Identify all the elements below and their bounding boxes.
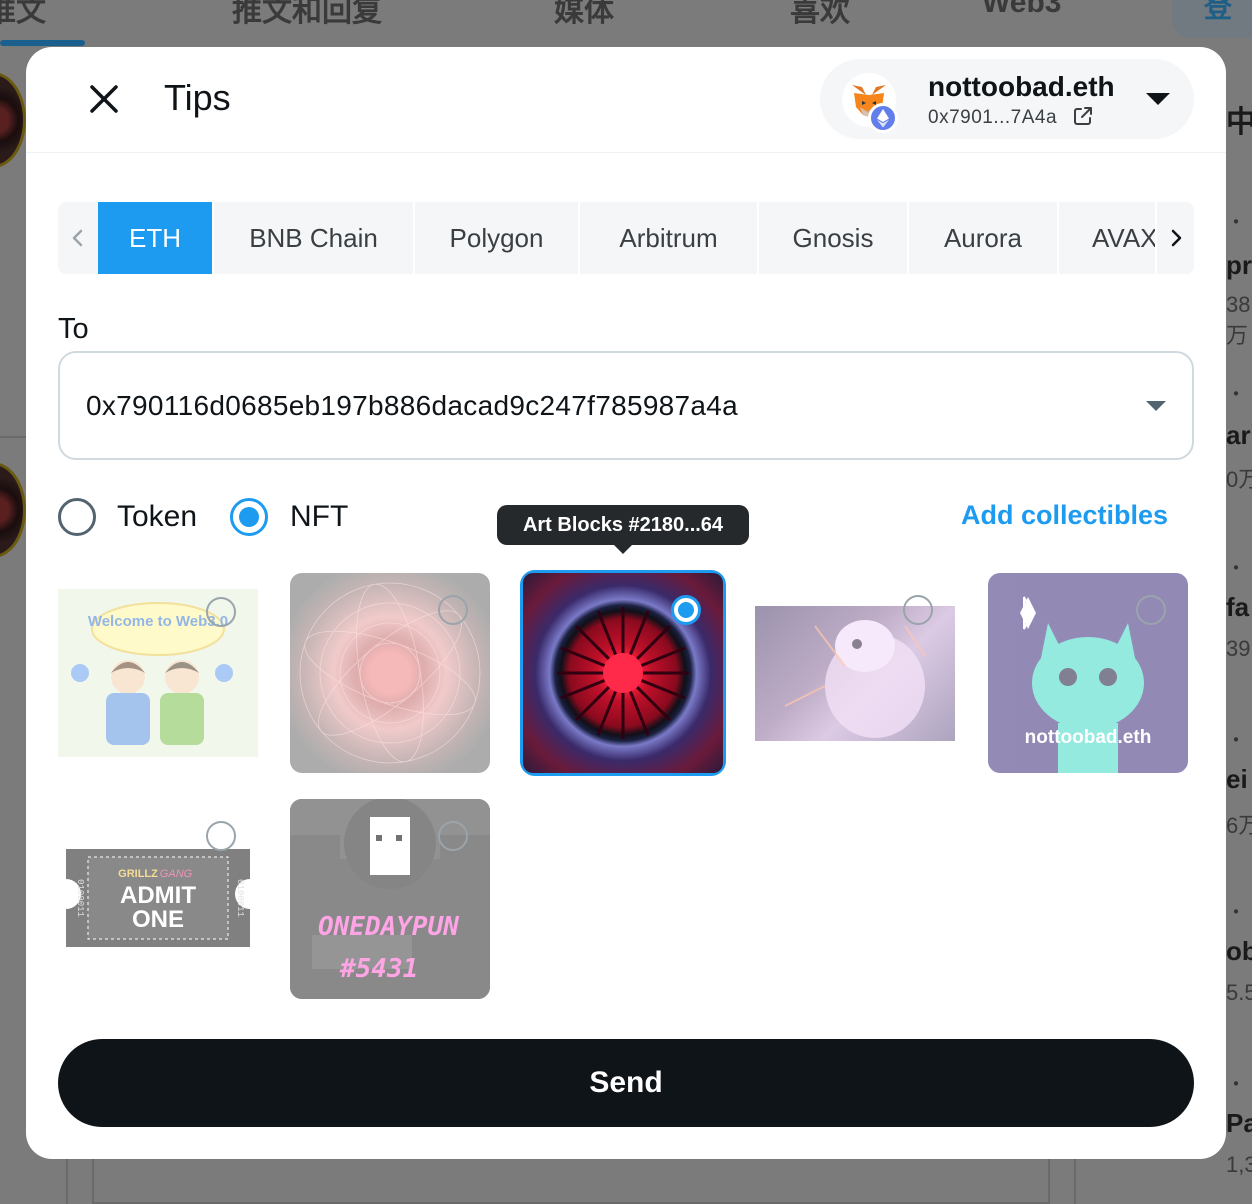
chain-tabs: ETH BNB Chain Polygon Arbitrum Gnosis Au… — [58, 202, 1194, 274]
profile-tabs: 推文 推文和回复 媒体 喜欢 Web3 — [0, 0, 1160, 46]
nft-select-radio[interactable] — [671, 595, 701, 625]
nft-card-art-blocks[interactable] — [520, 570, 726, 776]
close-icon — [90, 85, 118, 113]
token-label[interactable]: Token — [117, 500, 197, 534]
nft-image: GRILLZ GANG ADMIT ONE 0100011 0100011 — [58, 849, 258, 947]
active-tab-indicator — [0, 40, 85, 46]
trend-title[interactable]: ar — [1226, 420, 1252, 450]
nft-select-radio[interactable] — [206, 821, 236, 851]
nft-image — [755, 606, 955, 741]
nft-tooltip: Art Blocks #2180...64 — [497, 505, 749, 554]
trend-title[interactable]: fa — [1226, 592, 1252, 622]
close-button[interactable] — [84, 79, 124, 119]
tips-modal: Tips nottoobad.eth 0x7901...7A4a ETH BNB… — [26, 47, 1226, 1159]
tab-web3[interactable]: Web3 — [982, 0, 1061, 20]
nft-caption: GANG — [160, 868, 193, 880]
chain-tab-gnosis[interactable]: Gnosis — [759, 202, 909, 274]
nft-card-ens-cat[interactable]: nottoobad.eth — [988, 573, 1188, 773]
nft-card-admit-one[interactable]: GRILLZ GANG ADMIT ONE 0100011 0100011 — [58, 799, 258, 999]
nft-select-radio[interactable] — [438, 821, 468, 851]
tab-media[interactable]: 媒体 — [554, 0, 614, 30]
nft-caption: 0100011 — [235, 879, 245, 917]
trend-title[interactable]: Pa — [1226, 1108, 1252, 1138]
avatar[interactable] — [0, 72, 26, 168]
trend-count: 6万 — [1226, 813, 1252, 838]
trend-count: 0万 — [1226, 467, 1252, 492]
trend-count: 5.5 — [1226, 980, 1252, 1005]
nft-radio[interactable] — [230, 498, 268, 536]
chain-tab-avax[interactable]: AVAX — [1059, 202, 1157, 274]
nft-card-spiral[interactable] — [290, 573, 490, 773]
ethereum-icon — [868, 103, 898, 133]
chevron-left-icon — [72, 229, 83, 247]
trend-count: 1,38 — [1226, 1152, 1252, 1177]
chevron-down-icon — [1146, 93, 1170, 105]
add-collectibles-link[interactable]: Add collectibles — [961, 500, 1168, 531]
tweet-card-inner — [92, 1156, 1050, 1204]
trend-title[interactable]: pr — [1226, 250, 1252, 280]
scroll-left-button[interactable] — [58, 202, 98, 274]
nft-caption: ONEDAYPUN — [318, 912, 459, 942]
chain-tab-polygon[interactable]: Polygon — [415, 202, 580, 274]
tab-tweets-replies[interactable]: 推文和回复 — [232, 0, 382, 30]
avatar[interactable] — [0, 462, 26, 558]
chain-tab-eth[interactable]: ETH — [98, 202, 214, 274]
login-button[interactable]: 登 — [1172, 0, 1252, 38]
account-switcher[interactable]: nottoobad.eth 0x7901...7A4a — [820, 59, 1194, 139]
nft-caption: ADMIT — [120, 882, 196, 909]
modal-header: Tips nottoobad.eth 0x7901...7A4a — [26, 47, 1226, 153]
recipient-select[interactable]: 0x790116d0685eb197b886dacad9c247f785987a… — [58, 351, 1194, 460]
to-label: To — [58, 313, 89, 345]
chain-tab-bnb[interactable]: BNB Chain — [214, 202, 415, 274]
trend-title[interactable]: ob — [1226, 936, 1252, 966]
external-link-icon[interactable] — [1072, 105, 1094, 127]
nft-select-radio[interactable] — [1136, 595, 1166, 625]
tab-tweets[interactable]: 推文 — [0, 0, 46, 30]
chevron-down-icon — [1146, 401, 1166, 411]
send-button[interactable]: Send — [58, 1039, 1194, 1127]
nft-label[interactable]: NFT — [290, 500, 348, 534]
tab-likes[interactable]: 喜欢 — [790, 0, 850, 30]
nft-card-onedaypunk[interactable]: ONEDAYPUN #5431 — [290, 799, 490, 999]
nft-select-radio[interactable] — [903, 595, 933, 625]
chain-tab-arbitrum[interactable]: Arbitrum — [580, 202, 759, 274]
trend-title[interactable]: ei — [1226, 764, 1252, 794]
trend-count: 39 — [1226, 636, 1251, 661]
scroll-right-button[interactable] — [1157, 202, 1194, 274]
nft-card-owl[interactable] — [755, 573, 955, 773]
chevron-right-icon — [1171, 229, 1181, 247]
nft-card-welcome-web3[interactable]: Welcome to Web3.0 — [58, 573, 258, 773]
account-name: nottoobad.eth — [928, 71, 1115, 102]
recipient-address: 0x790116d0685eb197b886dacad9c247f785987a… — [86, 390, 739, 421]
nft-caption: 0100011 — [75, 879, 85, 917]
nft-caption: nottoobad.eth — [1025, 727, 1152, 748]
nft-caption: #5431 — [339, 954, 418, 984]
trends-heading: 中 — [1226, 106, 1252, 139]
account-address: 0x7901...7A4a — [928, 107, 1058, 128]
nft-select-radio[interactable] — [438, 595, 468, 625]
divider — [0, 436, 26, 438]
chain-tab-aurora[interactable]: Aurora — [909, 202, 1059, 274]
nft-caption: GRILLZ — [118, 868, 158, 880]
modal-title: Tips — [164, 77, 231, 118]
token-radio[interactable] — [58, 498, 96, 536]
nft-select-radio[interactable] — [206, 597, 236, 627]
trend-count: 38万 — [1226, 292, 1251, 348]
nft-caption: ONE — [132, 906, 184, 933]
